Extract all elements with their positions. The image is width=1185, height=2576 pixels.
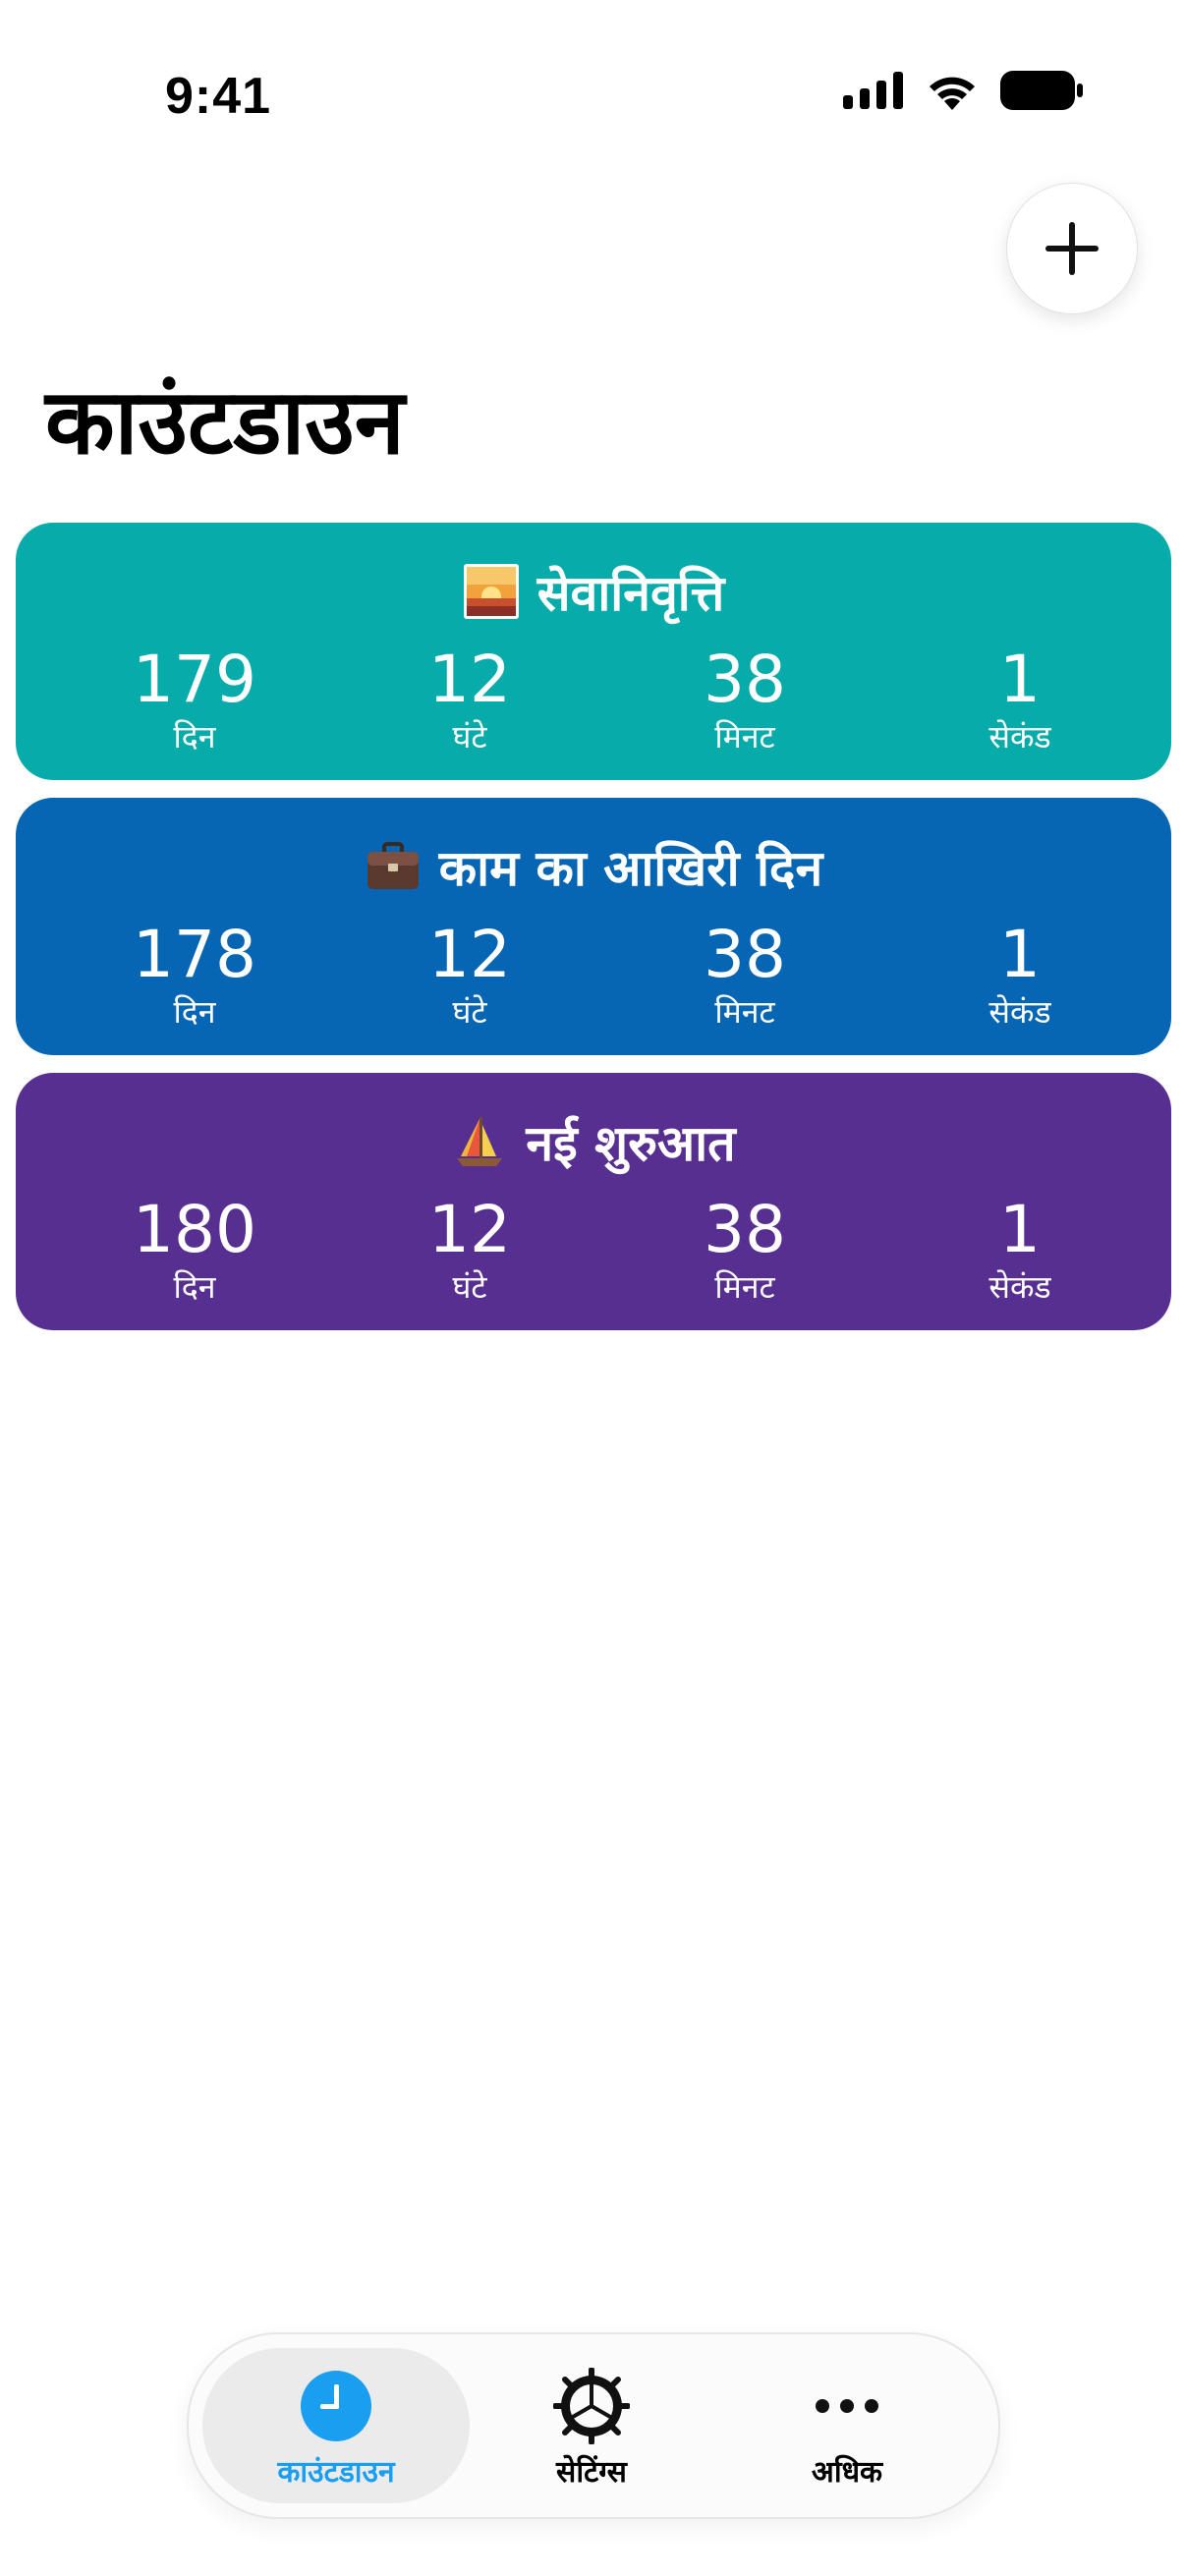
- sunrise-icon: [463, 564, 519, 619]
- minutes-value: 38: [704, 917, 786, 992]
- card-header: काम का आखिरी दिन: [16, 827, 1171, 906]
- status-time: 9:41: [165, 68, 272, 125]
- tab-settings[interactable]: सेटिंग्स: [465, 2334, 718, 2517]
- days-unit: 180 दिन: [86, 1189, 303, 1307]
- hours-label: घंटे: [452, 1268, 487, 1306]
- hours-unit: 12 घंटे: [362, 639, 578, 756]
- card-title: नई शुरुआत: [526, 1115, 736, 1172]
- clock-icon: [301, 2368, 371, 2444]
- hours-unit: 12 घंटे: [362, 1189, 578, 1307]
- card-title: सेवानिवृत्ति: [536, 565, 725, 622]
- status-bar: 9:41: [0, 0, 1185, 196]
- cellular-signal-icon: [843, 72, 903, 109]
- tab-bar: काउंटडाउन सेटिंग्स अधिक: [187, 2332, 1000, 2519]
- hours-unit: 12 घंटे: [362, 914, 578, 1032]
- page-title: काउंटडाउन: [45, 369, 405, 475]
- days-label: दिन: [173, 1268, 216, 1306]
- hours-value: 12: [428, 1192, 511, 1267]
- card-title: काम का आखिरी दिन: [438, 840, 823, 897]
- seconds-unit: 1 सेकंड: [912, 639, 1128, 756]
- tab-countdown-label: काउंटडाउन: [277, 2455, 395, 2490]
- minutes-label: मिनट: [714, 718, 775, 756]
- plus-icon: [1045, 222, 1099, 275]
- days-value: 178: [133, 917, 256, 992]
- gear-icon: [553, 2368, 630, 2444]
- more-dots-icon: [813, 2368, 881, 2444]
- hours-label: घंटे: [452, 993, 487, 1031]
- countdown-card[interactable]: सेवानिवृत्ति 179 दिन 12 घंटे 38 मिनट 1 सेकंड: [16, 523, 1171, 780]
- days-value: 180: [133, 1192, 256, 1267]
- countdown-card[interactable]: नई शुरुआत 180 दिन 12 घंटे 38 मिनट 1 सेकंड: [16, 1073, 1171, 1330]
- minutes-label: मिनट: [714, 1268, 775, 1306]
- days-label: दिन: [173, 718, 216, 756]
- countdown-units: 178 दिन 12 घंटे 38 मिनट 1 सेकंड: [16, 914, 1171, 1041]
- days-unit: 178 दिन: [86, 914, 303, 1032]
- days-value: 179: [133, 642, 256, 717]
- card-header: सेवानिवृत्ति: [16, 552, 1171, 631]
- minutes-label: मिनट: [714, 993, 775, 1031]
- seconds-unit: 1 सेकंड: [912, 1189, 1128, 1307]
- tab-countdown[interactable]: काउंटडाउन: [209, 2334, 463, 2517]
- tab-more-label: अधिक: [811, 2455, 883, 2490]
- briefcase-icon: [367, 842, 419, 889]
- seconds-value: 1: [999, 1192, 1041, 1267]
- countdown-card[interactable]: काम का आखिरी दिन 178 दिन 12 घंटे 38 मिनट 1स…: [16, 798, 1171, 1055]
- tab-more[interactable]: अधिक: [720, 2334, 974, 2517]
- status-icons: [843, 71, 1083, 110]
- seconds-value: 1: [999, 642, 1041, 717]
- card-header: नई शुरुआत: [16, 1102, 1171, 1181]
- minutes-value: 38: [704, 1192, 786, 1267]
- seconds-label: सेकंड: [988, 718, 1051, 756]
- seconds-label: सेकंड: [988, 993, 1051, 1031]
- add-countdown-button[interactable]: [1006, 183, 1138, 314]
- seconds-unit: 1 सेकंड: [912, 914, 1128, 1032]
- hours-value: 12: [428, 917, 511, 992]
- minutes-unit: 38 मिनट: [637, 1189, 853, 1307]
- minutes-unit: 38 मिनट: [637, 914, 853, 1032]
- hours-value: 12: [428, 642, 511, 717]
- minutes-value: 38: [704, 642, 786, 717]
- countdown-units: 180 दिन 12 घंटे 38 मिनट 1 सेकंड: [16, 1189, 1171, 1316]
- hours-label: घंटे: [452, 718, 487, 756]
- days-unit: 179 दिन: [86, 639, 303, 756]
- tab-settings-label: सेटिंग्स: [556, 2455, 627, 2490]
- countdown-units: 179 दिन 12 घंटे 38 मिनट 1 सेकंड: [16, 639, 1171, 766]
- battery-icon: [1000, 71, 1083, 110]
- days-label: दिन: [173, 993, 216, 1031]
- minutes-unit: 38 मिनट: [637, 639, 853, 756]
- sailboat-icon: [457, 1117, 503, 1166]
- wifi-icon: [930, 77, 975, 110]
- seconds-label: सेकंड: [988, 1268, 1051, 1306]
- seconds-value: 1: [999, 917, 1041, 992]
